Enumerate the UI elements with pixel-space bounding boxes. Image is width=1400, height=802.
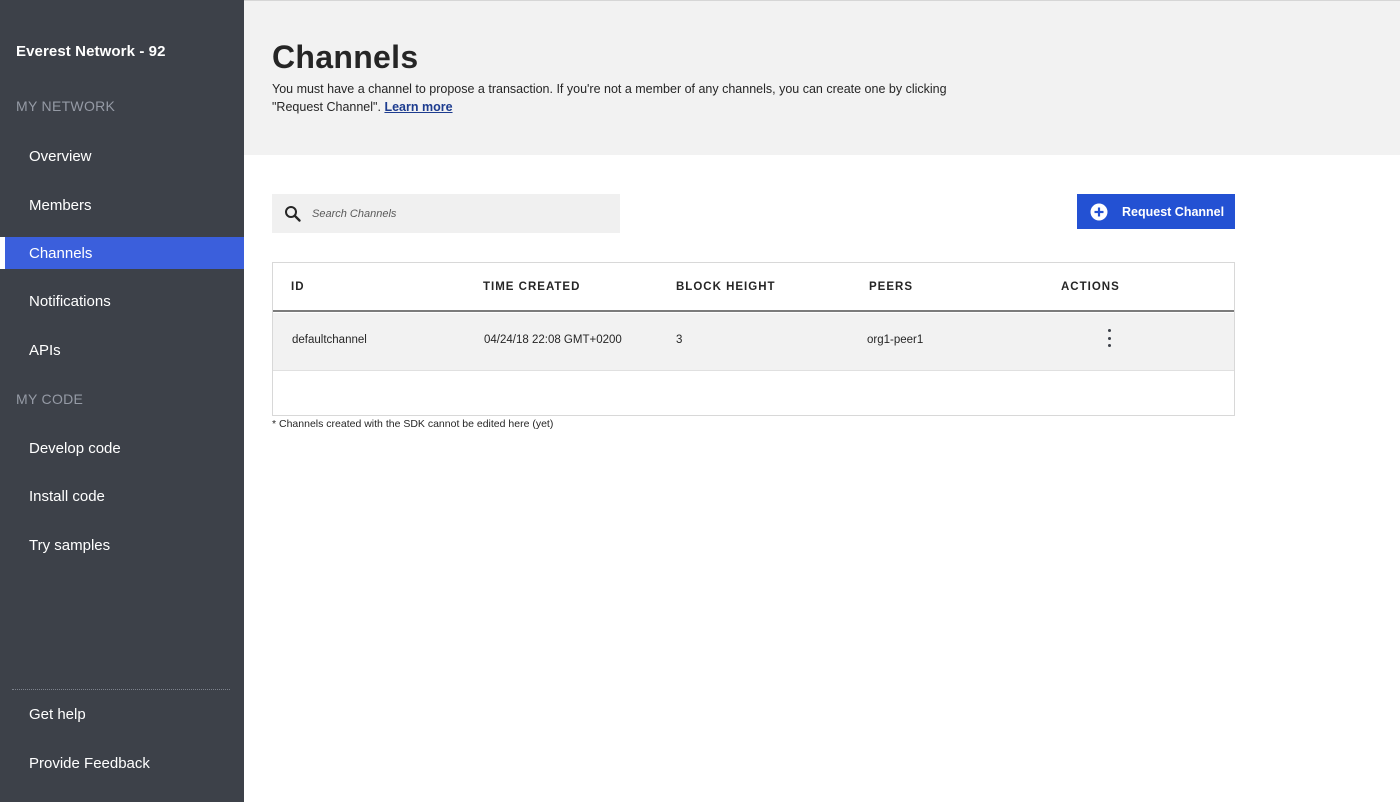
sidebar-item-get-help[interactable]: Get help (0, 698, 244, 730)
table-footnote: * Channels created with the SDK cannot b… (272, 418, 554, 430)
table-header: ID TIME CREATED BLOCK HEIGHT PEERS ACTIO… (273, 263, 1234, 312)
sidebar-divider (12, 689, 230, 690)
cell-id: defaultchannel (292, 334, 367, 346)
column-header-block-height[interactable]: BLOCK HEIGHT (676, 281, 776, 293)
sidebar-item-try-samples[interactable]: Try samples (0, 529, 244, 561)
page-header: Channels You must have a channel to prop… (244, 0, 1400, 155)
section-label-my-code: MY CODE (16, 391, 84, 407)
column-header-actions: ACTIONS (1061, 281, 1120, 293)
column-header-peers[interactable]: PEERS (869, 281, 913, 293)
overflow-menu-icon[interactable] (1101, 327, 1117, 349)
page-description-text: You must have a channel to propose a tra… (272, 82, 947, 114)
search-box[interactable] (272, 194, 620, 233)
sidebar-item-apis[interactable]: APIs (0, 334, 244, 366)
sidebar-item-provide-feedback[interactable]: Provide Feedback (0, 747, 244, 779)
network-name: Everest Network - 92 (16, 43, 166, 60)
channels-table: ID TIME CREATED BLOCK HEIGHT PEERS ACTIO… (272, 262, 1235, 416)
cell-block-height: 3 (676, 334, 683, 346)
sidebar: Everest Network - 92 MY NETWORK Overview… (0, 0, 244, 802)
request-channel-label: Request Channel (1122, 204, 1225, 219)
sidebar-item-overview[interactable]: Overview (0, 140, 244, 172)
table-row[interactable]: defaultchannel 04/24/18 22:08 GMT+0200 3… (273, 313, 1234, 371)
learn-more-link[interactable]: Learn more (384, 100, 452, 114)
cell-peers: org1-peer1 (867, 334, 924, 346)
sidebar-item-install-code[interactable]: Install code (0, 480, 244, 512)
sidebar-item-notifications[interactable]: Notifications (0, 285, 244, 317)
search-input[interactable] (312, 207, 592, 220)
section-label-my-network: MY NETWORK (16, 98, 116, 114)
search-icon (285, 205, 301, 222)
cell-time-created: 04/24/18 22:08 GMT+0200 (484, 334, 622, 346)
sidebar-item-members[interactable]: Members (0, 189, 244, 221)
column-header-time-created[interactable]: TIME CREATED (483, 281, 580, 293)
column-header-id[interactable]: ID (291, 281, 305, 293)
add-circle-icon (1090, 203, 1108, 220)
sidebar-item-develop-code[interactable]: Develop code (0, 432, 244, 464)
request-channel-button[interactable]: Request Channel (1077, 194, 1235, 229)
page-description: You must have a channel to propose a tra… (272, 80, 972, 116)
page-title: Channels (272, 39, 419, 75)
sidebar-item-channels[interactable]: Channels (0, 237, 244, 269)
